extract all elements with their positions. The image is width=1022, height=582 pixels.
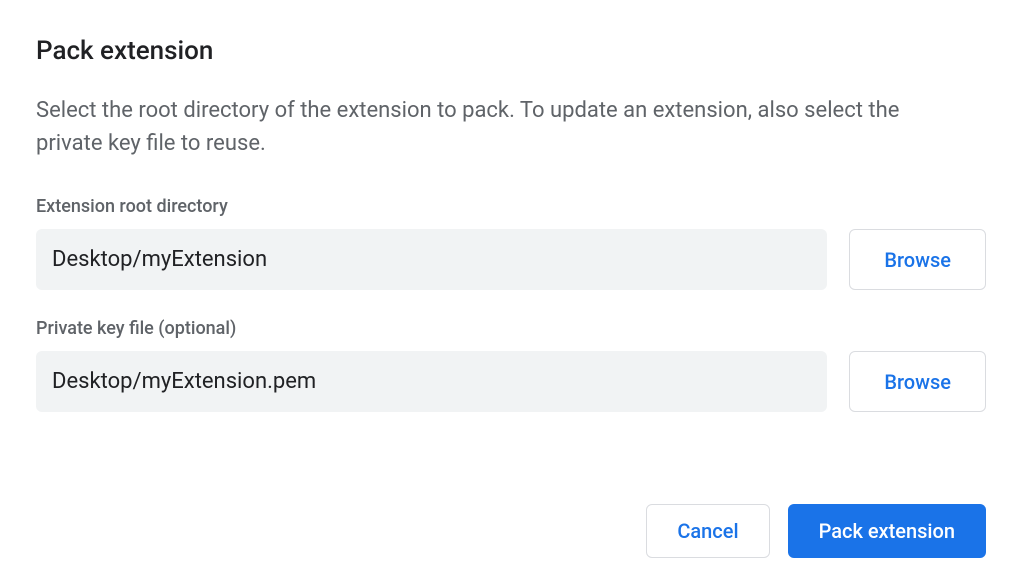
private-key-field-group: Private key file (optional) Browse <box>36 318 986 412</box>
root-directory-input[interactable] <box>36 229 827 290</box>
dialog-actions: Cancel Pack extension <box>646 504 986 558</box>
root-directory-row: Browse <box>36 229 986 290</box>
pack-extension-button[interactable]: Pack extension <box>788 504 986 558</box>
root-directory-field-group: Extension root directory Browse <box>36 196 986 290</box>
private-key-input[interactable] <box>36 351 827 412</box>
root-directory-label: Extension root directory <box>36 196 986 217</box>
dialog-title: Pack extension <box>36 36 986 66</box>
dialog-description: Select the root directory of the extensi… <box>36 94 956 160</box>
browse-root-directory-button[interactable]: Browse <box>849 229 986 290</box>
cancel-button[interactable]: Cancel <box>646 504 769 558</box>
pack-extension-dialog: Pack extension Select the root directory… <box>0 0 1022 582</box>
private-key-label: Private key file (optional) <box>36 318 986 339</box>
browse-private-key-button[interactable]: Browse <box>849 351 986 412</box>
private-key-row: Browse <box>36 351 986 412</box>
